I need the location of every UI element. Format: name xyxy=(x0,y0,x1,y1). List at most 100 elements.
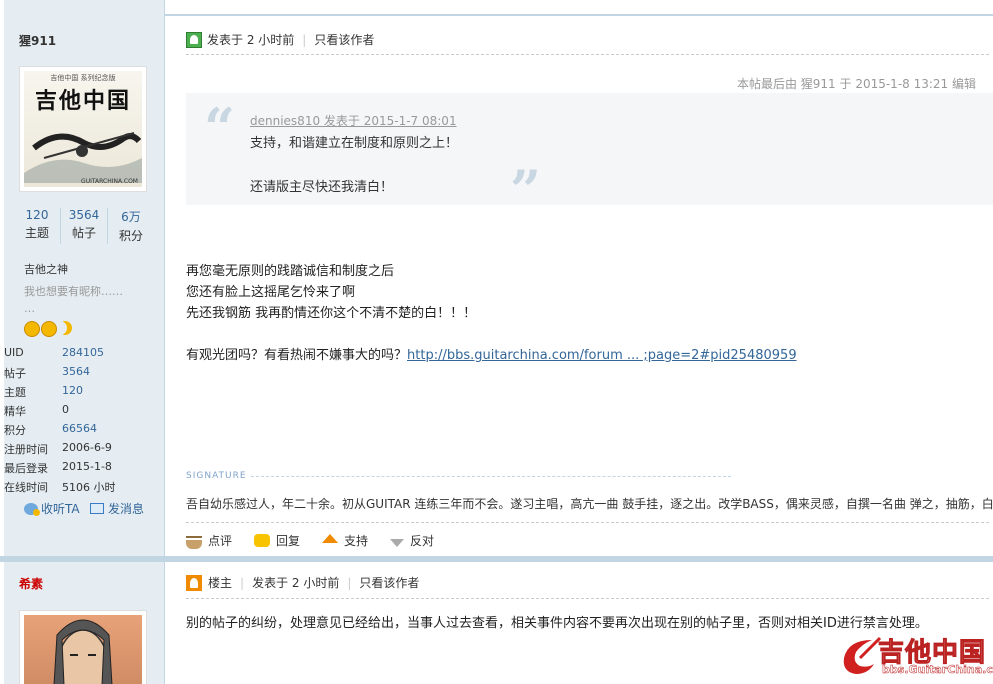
meta-divider xyxy=(186,54,989,55)
medal-icons xyxy=(24,321,72,337)
rank-title[interactable]: 吉他之神 xyxy=(24,261,68,277)
post-text: 有观光团吗？有看热闹不嫌事大的吗？ xyxy=(186,348,408,363)
info-digest: 精华 0 xyxy=(4,403,69,419)
edit-note: 本帖最后由 猩911 于 2015-1-8 13:21 编辑 xyxy=(736,77,976,91)
info-key: 注册时间 xyxy=(4,443,48,456)
divider: | xyxy=(302,32,307,47)
online-status-icon xyxy=(186,31,202,48)
info-topics: 主题 120 xyxy=(4,384,83,400)
actions-divider xyxy=(186,522,989,523)
meta-divider xyxy=(186,598,989,599)
portrait-image xyxy=(24,615,142,684)
follow-link[interactable]: 收听TA xyxy=(24,500,80,517)
stat-credits[interactable]: 6万 积分 xyxy=(108,208,154,244)
only-author-link[interactable]: 只看该作者 xyxy=(359,574,419,591)
stat-label: 积分 xyxy=(118,229,143,243)
action-label: 点评 xyxy=(208,534,233,548)
message-label: 发消息 xyxy=(108,502,145,516)
send-message-link[interactable]: 发消息 xyxy=(90,500,144,517)
info-key: 精华 xyxy=(4,405,26,418)
envelope-icon xyxy=(90,503,104,514)
avatar-title: 吉他中国 xyxy=(34,88,131,114)
only-author-link[interactable]: 只看该作者 xyxy=(314,31,374,48)
post-text-line: 别的帖子的纠纷，处理意见已经给出，当事人过去查看，相关事件内容不要再次出现在别的… xyxy=(186,616,928,631)
info-key: 在线时间 xyxy=(4,481,48,494)
quote-header[interactable]: dennies810 发表于 2015-1-7 08:01 xyxy=(250,112,457,129)
info-key: 帖子 xyxy=(4,367,26,380)
oppose-button[interactable]: 反对 xyxy=(390,532,434,549)
signature-text: 吾自幼乐感过人，年二十余。初从GUITAR 连练三年而不会。遂习主唱，高亢一曲 … xyxy=(186,497,993,511)
post-actions: 点评 回复 支持 反对 xyxy=(186,532,456,549)
avatar-caption: 吉他中国 系列纪念版 xyxy=(50,74,116,82)
reply-button[interactable]: 回复 xyxy=(254,532,300,549)
follow-icon xyxy=(24,502,40,516)
info-value[interactable]: 66564 xyxy=(62,422,97,438)
up-arrow-icon xyxy=(322,534,339,543)
info-value[interactable]: 3564 xyxy=(62,365,90,381)
info-value: 5106 小时 xyxy=(62,481,116,494)
post-meta-bar: 发表于 2 小时前 | 只看该作者 xyxy=(186,31,374,48)
stat-value: 3564 xyxy=(68,208,100,222)
signature-heading: SIGNATURE xyxy=(186,471,247,481)
info-key: 积分 xyxy=(4,424,26,437)
sun-medal-icon xyxy=(24,321,40,337)
stat-label: 主题 xyxy=(24,226,49,240)
avatar[interactable]: 吉他中国 系列纪念版 吉他中国 GUITARCHINA.COM xyxy=(19,66,147,192)
moon-medal-icon xyxy=(58,321,72,335)
info-register-date: 注册时间 2006-6-9 xyxy=(4,441,112,457)
comment-button[interactable]: 点评 xyxy=(186,532,232,549)
owner-label: 楼主 xyxy=(208,576,233,590)
post-text-with-link: 有观光团吗？有看热闹不嫌事大的吗？http://bbs.guitarchina.… xyxy=(186,344,797,363)
guitar-logo-icon xyxy=(843,636,882,674)
action-label: 回复 xyxy=(276,534,301,548)
info-uid: UID 284105 xyxy=(4,346,104,359)
action-label: 支持 xyxy=(344,534,369,548)
quote-block: “ dennies810 发表于 2015-1-7 08:01 支持，和谐建立在… xyxy=(186,93,993,217)
open-quote-icon: “ xyxy=(204,96,236,160)
info-value: 0 xyxy=(62,403,69,416)
info-key: UID xyxy=(4,346,24,359)
divider: | xyxy=(347,575,352,590)
dragon-guitar-image xyxy=(24,132,142,183)
author-name[interactable]: 猩911 xyxy=(19,32,56,49)
info-value: 2015-1-8 xyxy=(62,460,112,473)
down-arrow-icon xyxy=(390,538,405,547)
prev-post-sidebar xyxy=(4,0,165,16)
stat-topics[interactable]: 120 主题 xyxy=(14,208,61,244)
info-value[interactable]: 284105 xyxy=(62,346,104,359)
support-button[interactable]: 支持 xyxy=(322,532,368,549)
speech-bubble-icon xyxy=(254,534,271,547)
posted-time: 发表于 2 小时前 xyxy=(207,33,295,47)
info-credits: 积分 66564 xyxy=(4,422,97,438)
action-label: 反对 xyxy=(410,534,435,548)
info-online-time: 在线时间 5106 小时 xyxy=(4,479,116,495)
user-stats: 120 主题 3564 帖子 6万 积分 xyxy=(14,208,154,244)
stat-value: 6万 xyxy=(121,210,141,224)
info-key: 最后登录 xyxy=(4,462,48,475)
divider: | xyxy=(240,575,245,590)
close-quote-icon: ” xyxy=(510,158,542,222)
stat-label: 帖子 xyxy=(71,226,96,240)
follow-label: 收听TA xyxy=(41,502,80,516)
post-text-line: 先还我钢筋 我再酌情还你这个不清不楚的白！！！ xyxy=(186,306,477,321)
post-text-line: 再您毫无原则的践踏诚信和制度之后 xyxy=(186,264,395,279)
stat-posts[interactable]: 3564 帖子 xyxy=(61,208,108,244)
sun-medal-icon xyxy=(41,321,57,337)
owner-icon xyxy=(186,574,202,591)
info-posts: 帖子 3564 xyxy=(4,365,90,381)
info-value: 2006-6-9 xyxy=(62,441,112,454)
info-value[interactable]: 120 xyxy=(62,384,83,400)
quote-line: 还请版主尽快还我清白！ xyxy=(250,180,394,195)
post-meta-bar: 楼主 | 发表于 2 小时前 | 只看该作者 xyxy=(186,574,419,591)
posted-time: 发表于 2 小时前 xyxy=(252,576,340,590)
avatar[interactable] xyxy=(19,610,147,684)
avatar-footer: GUITARCHINA.COM xyxy=(81,178,138,185)
post-text-line: 您还有脸上这摇尾乞怜来了啊 xyxy=(186,285,356,300)
custom-title-more: … xyxy=(24,302,35,315)
thread-link[interactable]: http://bbs.guitarchina.com/forum ... ;pa… xyxy=(407,348,797,363)
watermark-url: bbs.GuitarChina.com xyxy=(882,663,993,677)
coffee-cup-icon xyxy=(186,537,202,549)
quote-line: 支持，和谐建立在制度和原则之上！ xyxy=(250,136,459,151)
site-watermark: 吉他中国 bbs.GuitarChina.com xyxy=(838,632,993,680)
author-name[interactable]: 希素 xyxy=(19,575,43,592)
